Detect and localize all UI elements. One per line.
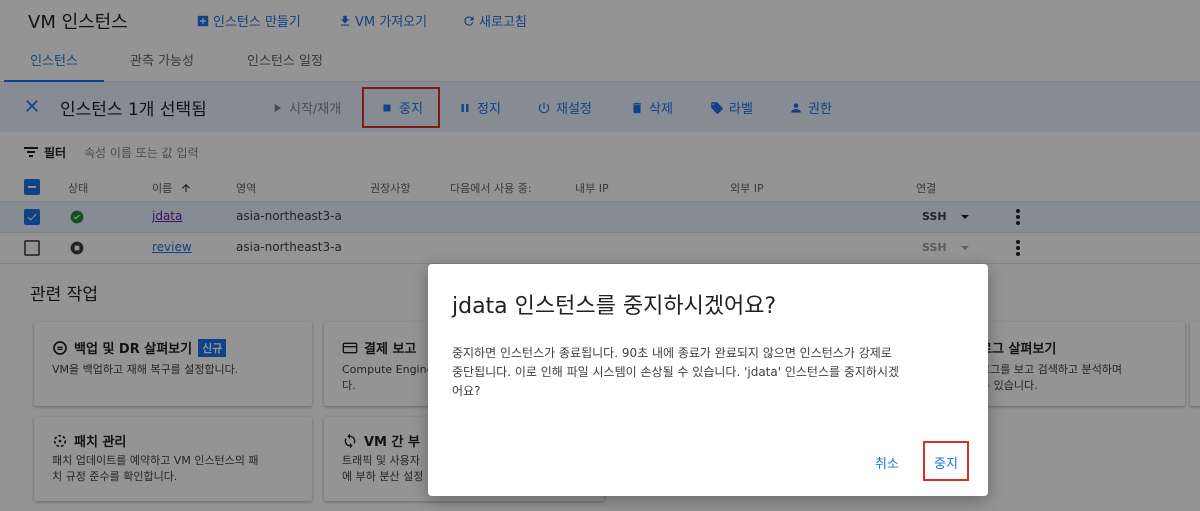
- highlight-box: [923, 441, 969, 481]
- cancel-button[interactable]: 취소: [875, 453, 899, 472]
- stop-instance-dialog: jdata 인스턴스를 중지하시겠어요? 중지하면 인스턴스가 종료됩니다. 9…: [428, 264, 988, 496]
- dialog-body-line: 어요?: [452, 384, 481, 398]
- dialog-title: jdata 인스턴스를 중지하시겠어요?: [452, 294, 777, 319]
- dialog-body-line: 중단됩니다. 이로 인해 파일 시스템이 손상될 수 있습니다. 'jdata'…: [452, 365, 900, 379]
- dialog-body-line: 중지하면 인스턴스가 종료됩니다. 90초 내에 종료가 완료되지 않으면 인스…: [452, 346, 892, 360]
- dialog-body: 중지하면 인스턴스가 종료됩니다. 90초 내에 종료가 완료되지 않으면 인스…: [452, 344, 960, 401]
